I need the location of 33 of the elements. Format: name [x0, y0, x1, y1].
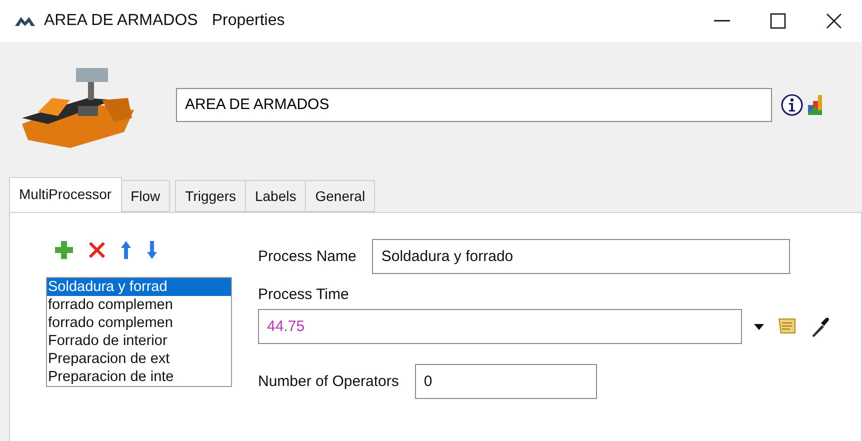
chart-icon[interactable]: [807, 92, 825, 116]
tab[interactable]: Triggers: [175, 180, 246, 212]
process-name-label: Process Name: [258, 248, 356, 265]
arrow-up-icon[interactable]: [120, 240, 132, 260]
process-list-item[interactable]: Soldadura y forrad: [47, 278, 231, 296]
arrow-down-icon[interactable]: [146, 240, 158, 260]
process-name-field[interactable]: Soldadura y forrado: [372, 239, 790, 274]
tab[interactable]: Flow: [120, 180, 170, 212]
dropdown-caret-icon[interactable]: [754, 324, 764, 330]
delete-icon[interactable]: [88, 241, 106, 259]
tab[interactable]: Labels: [244, 180, 306, 212]
info-icon[interactable]: [780, 92, 804, 116]
process-list-item[interactable]: forrado complemen: [47, 296, 231, 314]
tab[interactable]: General: [305, 180, 376, 212]
scroll-icon[interactable]: [776, 316, 798, 336]
add-icon[interactable]: [54, 240, 74, 260]
process-time-field[interactable]: 44.75: [258, 309, 742, 344]
maximize-icon[interactable]: [770, 13, 786, 29]
minimize-icon[interactable]: [714, 20, 730, 22]
window-subtitle: Properties: [212, 12, 285, 30]
operators-label: Number of Operators: [258, 373, 399, 390]
process-list-item[interactable]: Forrado de interior: [47, 332, 231, 350]
object-name-field[interactable]: AREA DE ARMADOS: [176, 88, 772, 122]
process-time-label: Process Time: [258, 286, 350, 303]
process-list[interactable]: Soldadura y forrad forrado complemen forrado complemen Forrado de interior Preparacion de ext Preparacion de inte: [46, 277, 232, 387]
process-list-item[interactable]: Preparacion de inte: [47, 368, 231, 386]
process-list-item[interactable]: Preparacion de ext: [47, 350, 231, 368]
operators-field[interactable]: 0: [414, 364, 597, 399]
eyedropper-icon[interactable]: [810, 316, 830, 338]
process-list-item[interactable]: forrado complemen: [47, 314, 231, 332]
close-icon[interactable]: [826, 13, 842, 29]
tab[interactable]: MultiProcessor: [9, 177, 122, 212]
window-title: AREA DE ARMADOS: [44, 12, 198, 30]
